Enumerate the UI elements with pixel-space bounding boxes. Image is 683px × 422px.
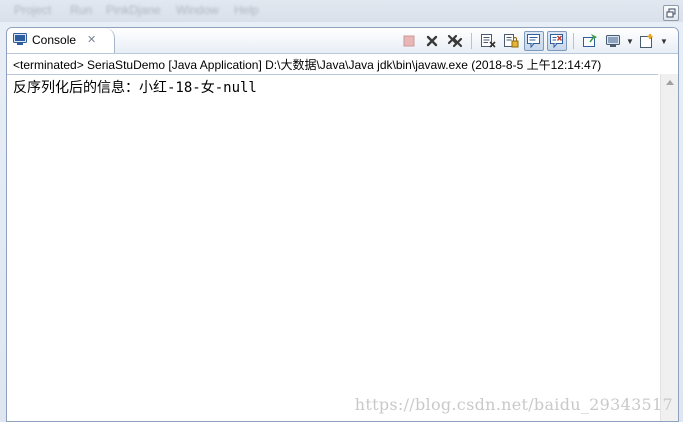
remove-launch-icon bbox=[426, 35, 438, 47]
scroll-lock-icon bbox=[504, 34, 519, 48]
console-view: Console ✕ ▼ ▼ <terminated> SeriaStuDemo … bbox=[6, 27, 679, 422]
eclipse-window: Project Run PinkDjane Window Help Consol… bbox=[0, 0, 683, 422]
chevron-down-icon[interactable]: ▼ bbox=[626, 31, 634, 51]
display-console-icon bbox=[606, 35, 620, 47]
terminate-button[interactable] bbox=[399, 31, 419, 51]
clear-console-button[interactable] bbox=[478, 31, 498, 51]
process-description: <terminated> SeriaStuDemo [Java Applicat… bbox=[13, 58, 602, 72]
chevron-down-icon[interactable]: ▼ bbox=[660, 31, 668, 51]
open-console-icon bbox=[640, 34, 653, 48]
scroll-lock-button[interactable] bbox=[501, 31, 521, 51]
remove-all-terminated-button[interactable] bbox=[445, 31, 465, 51]
console-output[interactable]: 反序列化后的信息：小红-18-女-null bbox=[7, 74, 658, 421]
toolbar-separator bbox=[471, 33, 472, 49]
console-icon bbox=[13, 33, 27, 51]
view-tab-bar: Console ✕ ▼ ▼ bbox=[7, 28, 678, 54]
toolbar-separator bbox=[573, 33, 574, 49]
show-on-stdout-icon bbox=[527, 34, 540, 49]
watermark: https://blog.csdn.net/baidu_29343517 bbox=[354, 395, 673, 414]
tab-console[interactable]: Console ✕ bbox=[7, 28, 115, 53]
vertical-scrollbar[interactable] bbox=[660, 74, 678, 421]
tab-console-label: Console bbox=[32, 33, 77, 47]
show-on-stderr-button[interactable] bbox=[547, 31, 567, 51]
open-console-button[interactable] bbox=[637, 31, 657, 51]
menu-item-run[interactable]: Run bbox=[70, 3, 92, 17]
menu-item-help[interactable]: Help bbox=[234, 3, 259, 17]
pin-console-icon bbox=[583, 34, 597, 47]
menu-item-window[interactable]: Window bbox=[176, 3, 219, 17]
menu-bar: Project Run PinkDjane Window Help bbox=[0, 0, 683, 22]
menu-item-project[interactable]: Project bbox=[14, 3, 51, 17]
console-toolbar: ▼ ▼ bbox=[399, 31, 668, 51]
pin-console-button[interactable] bbox=[580, 31, 600, 51]
show-on-stderr-icon bbox=[550, 34, 563, 49]
restore-button[interactable] bbox=[663, 5, 679, 21]
console-output-line: 反序列化后的信息：小红-18-女-null bbox=[13, 80, 257, 96]
display-console-button[interactable] bbox=[603, 31, 623, 51]
remove-all-terminated-icon bbox=[447, 34, 463, 48]
scroll-up-icon[interactable] bbox=[666, 80, 674, 85]
terminate-icon bbox=[403, 35, 415, 47]
show-on-stdout-button[interactable] bbox=[524, 31, 544, 51]
restore-icon bbox=[666, 8, 676, 18]
menu-item-pinkdjane[interactable]: PinkDjane bbox=[106, 3, 161, 17]
close-icon[interactable]: ✕ bbox=[87, 33, 96, 47]
remove-launch-button[interactable] bbox=[422, 31, 442, 51]
clear-console-icon bbox=[481, 34, 496, 48]
